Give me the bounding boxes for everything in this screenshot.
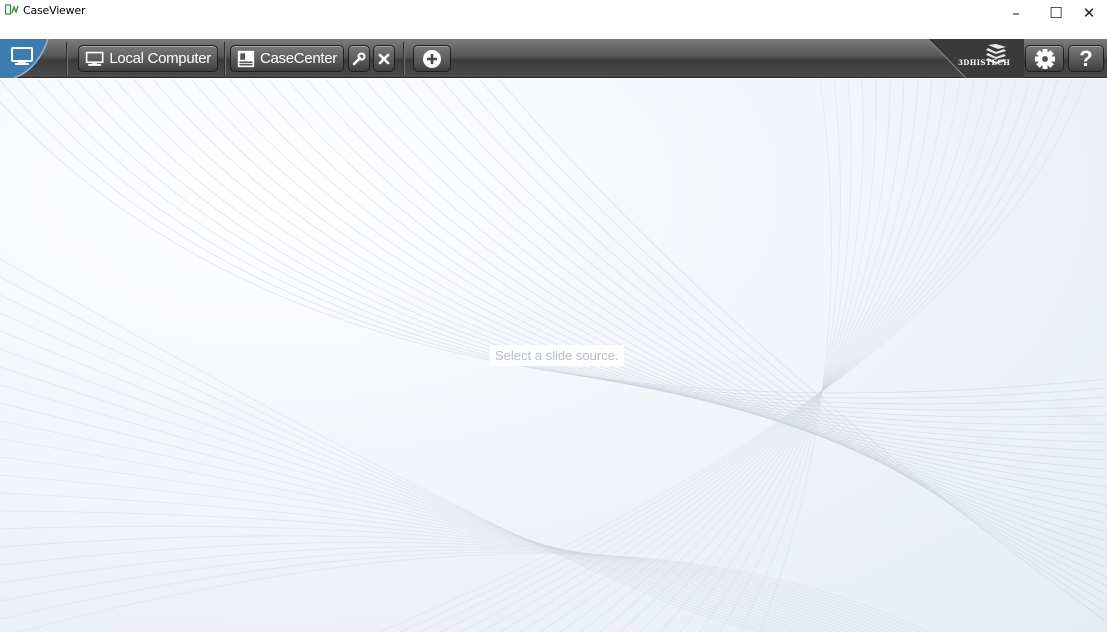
toolbar-separator — [66, 42, 67, 75]
minimize-button[interactable]: – — [997, 0, 1035, 30]
casecenter-label: CaseCenter — [259, 50, 337, 67]
toolbar: Local Computer CaseCenter ? — [0, 39, 1107, 78]
server-icon — [237, 50, 255, 67]
wrench-icon — [352, 52, 366, 65]
home-tab[interactable] — [0, 39, 60, 78]
settings-button[interactable] — [1025, 45, 1064, 72]
gear-icon — [1034, 48, 1055, 69]
caseviewer-app-icon — [5, 4, 19, 15]
add-source-button[interactable] — [413, 45, 451, 72]
slide-source-area: Select a slide source. — [0, 79, 1107, 632]
local-computer-label: Local Computer — [109, 50, 211, 67]
close-icon — [378, 53, 390, 64]
toolbar-separator — [224, 42, 225, 75]
remove-source-button[interactable] — [373, 45, 395, 72]
local-computer-button[interactable]: Local Computer — [78, 45, 218, 72]
plus-circle-icon — [423, 49, 441, 68]
logo-text: 3DHISTECH — [958, 58, 1011, 67]
title-bar: CaseViewer – ☐ ✕ — [0, 0, 1107, 39]
casecenter-button[interactable]: CaseCenter — [230, 45, 344, 72]
window-title: CaseViewer — [23, 4, 86, 17]
toolbar-separator — [403, 42, 404, 75]
monitor-icon — [85, 51, 104, 66]
help-button[interactable]: ? — [1068, 45, 1104, 72]
select-source-message: Select a slide source. — [490, 345, 624, 366]
casecenter-settings-button[interactable] — [348, 45, 370, 72]
close-window-button[interactable]: ✕ — [1070, 0, 1107, 30]
